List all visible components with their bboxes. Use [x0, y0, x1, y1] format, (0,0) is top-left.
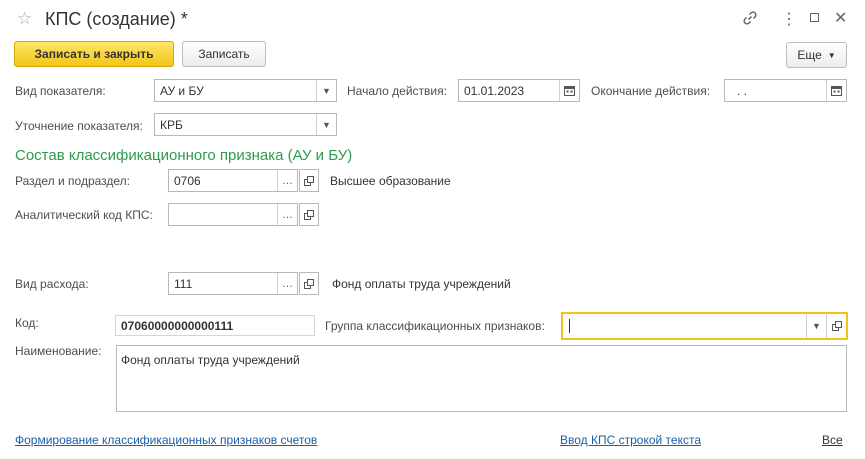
end-date-value: . . — [737, 83, 748, 98]
text-cursor — [569, 319, 570, 333]
link-all[interactable]: Все — [822, 433, 843, 447]
division-input[interactable]: 0706 … — [168, 169, 298, 192]
save-label: Записать — [198, 47, 250, 61]
link-enter-kps-text[interactable]: Ввод КПС строкой текста — [560, 433, 701, 447]
open-icon[interactable] — [299, 169, 319, 192]
name-value: Фонд оплаты труда учреждений — [121, 353, 300, 367]
indicator-refinement-select[interactable]: КРБ ▼ — [154, 113, 337, 136]
end-date-label: Окончание действия: — [591, 84, 711, 98]
open-icon[interactable] — [299, 203, 319, 226]
indicator-type-value: АУ и БУ — [160, 83, 204, 98]
code-label: Код: — [15, 316, 39, 330]
close-icon[interactable]: ✕ — [834, 8, 847, 28]
dropdown-arrow-icon[interactable]: ▼ — [316, 114, 336, 135]
code-value: 07060000000000111 — [121, 318, 234, 333]
save-button[interactable]: Записать — [182, 41, 266, 67]
indicator-type-label: Вид показателя: — [15, 84, 106, 98]
link-icon[interactable] — [742, 10, 758, 29]
favorite-star-icon[interactable]: ☆ — [17, 9, 32, 29]
analytic-code-input[interactable]: … — [168, 203, 298, 226]
more-label: Еще — [797, 48, 822, 62]
dropdown-arrow-icon[interactable]: ▼ — [316, 80, 336, 101]
start-date-input[interactable]: 01.01.2023 — [458, 79, 580, 102]
open-icon[interactable] — [826, 314, 846, 338]
maximize-icon[interactable] — [810, 13, 819, 22]
more-button[interactable]: Еще ▼ — [786, 42, 847, 68]
select-ellipsis-button[interactable]: … — [277, 273, 297, 294]
name-label: Наименование: — [15, 344, 102, 358]
save-and-close-button[interactable]: Записать и закрыть — [14, 41, 174, 67]
link-generate-classification[interactable]: Формирование классификационных признаков… — [15, 433, 317, 447]
name-textarea[interactable]: Фонд оплаты труда учреждений — [116, 345, 847, 412]
open-icon[interactable] — [299, 272, 319, 295]
start-date-label: Начало действия: — [347, 84, 447, 98]
chevron-down-icon: ▼ — [827, 50, 836, 60]
section-title: Состав классификационного признака (АУ и… — [15, 147, 353, 164]
indicator-refinement-value: КРБ — [160, 117, 183, 132]
end-date-input[interactable]: . . — [724, 79, 847, 102]
division-description: Высшее образование — [330, 174, 451, 188]
select-ellipsis-button[interactable]: … — [277, 170, 297, 191]
code-field[interactable]: 07060000000000111 — [115, 315, 315, 336]
select-ellipsis-button[interactable]: … — [277, 204, 297, 225]
group-label: Группа классификационных признаков: — [325, 319, 545, 333]
division-label: Раздел и подраздел: — [15, 174, 131, 188]
start-date-value: 01.01.2023 — [464, 83, 525, 98]
analytic-code-label: Аналитический код КПС: — [15, 208, 153, 222]
dropdown-arrow-icon[interactable]: ▼ — [806, 314, 826, 338]
expense-type-label: Вид расхода: — [15, 277, 89, 291]
calendar-icon[interactable] — [559, 80, 579, 101]
division-value: 0706 — [174, 173, 201, 188]
group-select[interactable]: ▼ — [562, 313, 847, 339]
save-and-close-label: Записать и закрыть — [34, 47, 154, 61]
calendar-icon[interactable] — [826, 80, 846, 101]
expense-type-description: Фонд оплаты труда учреждений — [332, 277, 511, 291]
more-actions-icon[interactable]: ⋮ — [781, 9, 797, 29]
expense-type-value: 111 — [174, 276, 193, 291]
indicator-refinement-label: Уточнение показателя: — [15, 119, 143, 133]
window-title: КПС (создание) * — [45, 9, 188, 29]
indicator-type-select[interactable]: АУ и БУ ▼ — [154, 79, 337, 102]
expense-type-input[interactable]: 111 … — [168, 272, 298, 295]
